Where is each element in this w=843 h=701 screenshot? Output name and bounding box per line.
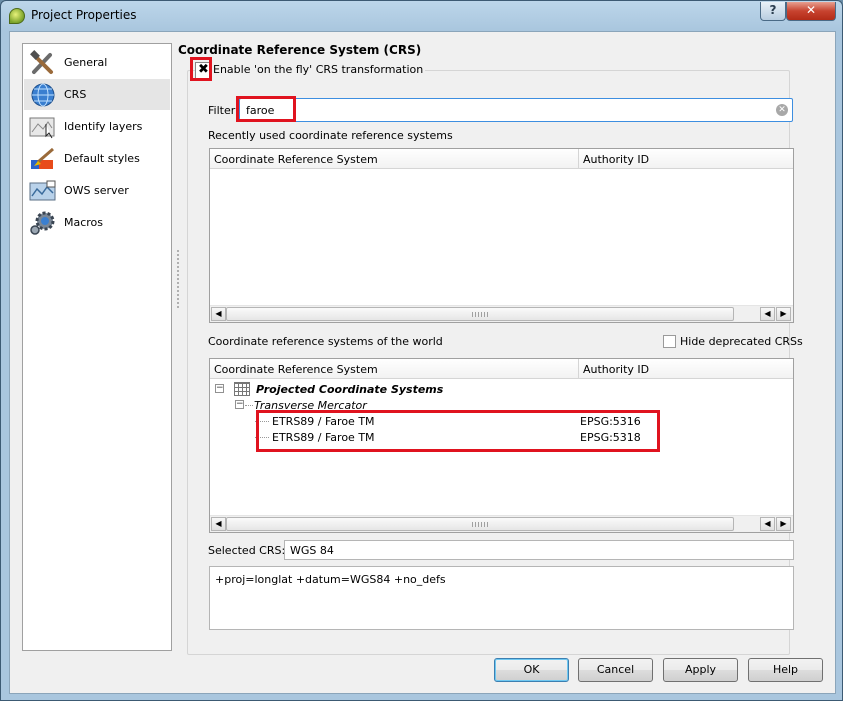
recent-hscrollbar[interactable]: ◀ ◀ ▶ — [210, 305, 793, 322]
sidebar-item-general[interactable]: General — [24, 47, 170, 78]
title-bar[interactable]: Project Properties ? ✕ — [1, 1, 842, 31]
world-crs-label: Coordinate reference systems of the worl… — [208, 335, 443, 348]
ows-map-icon — [29, 180, 56, 201]
clear-filter-icon[interactable]: ✕ — [776, 104, 788, 116]
scroll-left-icon[interactable]: ◀ — [760, 517, 775, 531]
grip-icon — [472, 522, 490, 527]
sidebar-item-label: Default styles — [64, 152, 140, 165]
sidebar-item-default-styles[interactable]: Default styles — [24, 143, 170, 174]
projection-grid-icon — [234, 382, 250, 396]
otf-checkbox-label[interactable]: Enable 'on the fly' CRS transformation — [211, 63, 426, 76]
selected-crs-field[interactable]: WGS 84 — [284, 540, 794, 560]
scroll-thumb[interactable] — [226, 307, 734, 321]
page-title: Coordinate Reference System (CRS) — [178, 43, 422, 57]
globe-icon — [31, 83, 55, 107]
column-header-authority[interactable]: Authority ID — [580, 149, 793, 169]
scroll-right-icon[interactable]: ▶ — [776, 307, 791, 321]
world-crs-header: Coordinate Reference System Authority ID — [210, 359, 793, 379]
filter-input[interactable]: faroe ✕ — [239, 98, 793, 122]
cancel-button[interactable]: Cancel — [578, 658, 653, 682]
recent-crs-label: Recently used coordinate reference syste… — [208, 129, 453, 142]
gear-icon — [30, 211, 55, 235]
world-hscrollbar[interactable]: ◀ ◀ ▶ — [210, 515, 793, 532]
sidebar-item-macros[interactable]: Macros — [24, 207, 170, 238]
scroll-right-icon[interactable]: ▶ — [776, 517, 791, 531]
paintbrush-icon — [31, 147, 54, 169]
close-window-button[interactable]: ✕ — [786, 2, 836, 21]
collapse-icon[interactable]: − — [215, 384, 224, 393]
help-button[interactable]: Help — [748, 658, 823, 682]
column-header-crs[interactable]: Coordinate Reference System — [210, 149, 579, 169]
sidebar-item-identify-layers[interactable]: Identify layers — [24, 111, 170, 142]
proj-definition-box[interactable]: +proj=longlat +datum=WGS84 +no_defs — [209, 566, 794, 630]
scroll-thumb[interactable] — [226, 517, 734, 531]
column-header-crs[interactable]: Coordinate Reference System — [210, 359, 579, 379]
scroll-left-icon[interactable]: ◀ — [760, 307, 775, 321]
splitter-handle[interactable] — [177, 250, 179, 310]
sidebar-item-label: Macros — [64, 216, 104, 229]
filter-label: Filter — [208, 104, 236, 117]
apply-button[interactable]: Apply — [663, 658, 738, 682]
hide-deprecated-label[interactable]: Hide deprecated CRSs — [680, 335, 803, 348]
column-header-authority[interactable]: Authority ID — [580, 359, 793, 379]
scroll-left-icon[interactable]: ◀ — [211, 517, 226, 531]
highlight-filter-input — [236, 96, 296, 122]
sidebar-item-label: OWS server — [64, 184, 129, 197]
sidebar-item-label: CRS — [64, 88, 87, 101]
recent-crs-header: Coordinate Reference System Authority ID — [210, 149, 793, 169]
recent-crs-list[interactable]: Coordinate Reference System Authority ID… — [209, 148, 794, 323]
sidebar-item-label: Identify layers — [64, 120, 143, 133]
highlight-faroe-results — [256, 410, 660, 452]
scroll-left-icon[interactable]: ◀ — [211, 307, 226, 321]
tree-connector — [245, 405, 253, 406]
sidebar-list: General CRS Identify layers Default styl… — [22, 43, 172, 651]
project-properties-window: Project Properties ? ✕ General CRS Ident… — [0, 0, 843, 701]
window-title: Project Properties — [31, 8, 137, 22]
tree-group-projected[interactable]: Projected Coordinate Systems — [256, 383, 443, 396]
sidebar-item-label: General — [64, 56, 108, 69]
highlight-otf-checkbox — [190, 57, 212, 81]
sidebar-item-ows-server[interactable]: OWS server — [24, 175, 170, 206]
qgis-app-icon — [9, 8, 25, 24]
map-identify-icon — [29, 117, 55, 139]
collapse-icon[interactable]: − — [235, 400, 244, 409]
dialog-body: General CRS Identify layers Default styl… — [9, 31, 836, 694]
hide-deprecated-checkbox[interactable] — [663, 335, 676, 348]
context-help-button[interactable]: ? — [760, 2, 786, 21]
ok-button[interactable]: OK — [494, 658, 569, 682]
tools-icon — [30, 50, 53, 74]
grip-icon — [472, 312, 490, 317]
sidebar-item-crs[interactable]: CRS — [24, 79, 170, 110]
selected-crs-label: Selected CRS: — [208, 544, 286, 557]
